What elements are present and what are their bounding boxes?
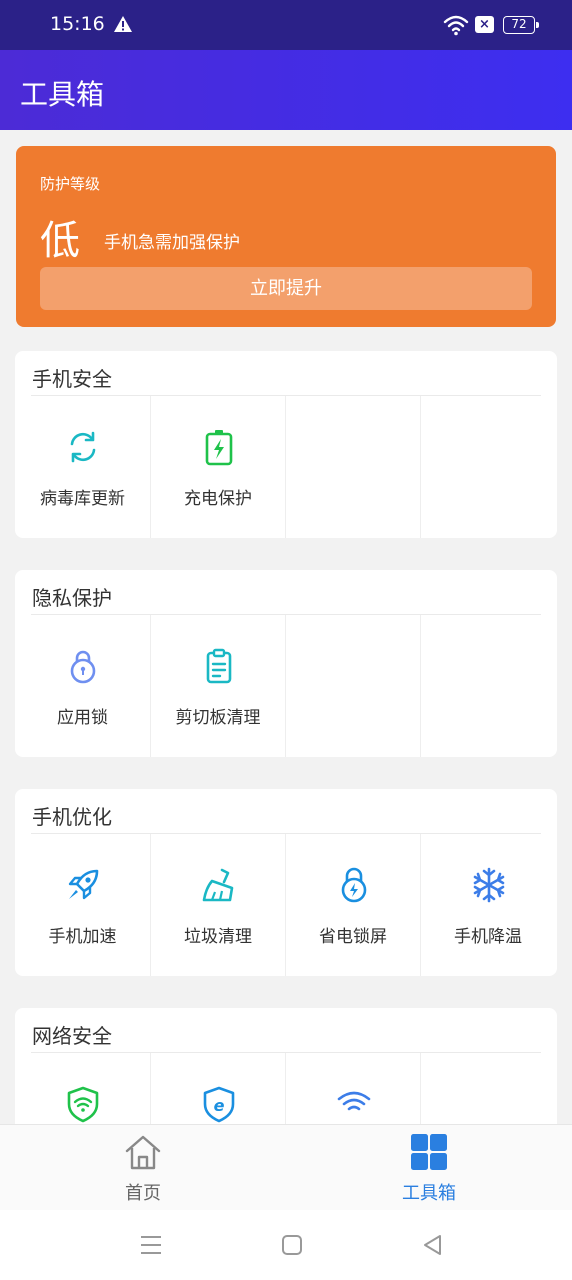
refresh-icon [70, 431, 96, 463]
home-icon [125, 1135, 161, 1170]
menu-icon[interactable] [138, 1232, 164, 1258]
tool-label: 病毒库更新 [40, 489, 125, 509]
tool-label: 剪切板清理 [175, 708, 261, 728]
protection-level-description: 手机急需加强保护 [104, 233, 240, 253]
empty-cell [285, 396, 420, 538]
lock-bolt-icon [341, 867, 367, 903]
broom-icon [202, 868, 234, 902]
rocket-icon [68, 869, 99, 900]
nav-toolbox[interactable]: 工具箱 [286, 1125, 572, 1211]
wifi-icon [337, 1091, 371, 1111]
tool-virus-db-update[interactable]: 病毒库更新 [15, 396, 150, 538]
section-phone-security: 手机安全 病毒库更新 充电保护 [15, 351, 557, 538]
tool-power-saving-lock[interactable]: 省电锁屏 [285, 834, 420, 976]
battery-charge-icon [205, 430, 233, 466]
empty-cell [420, 396, 555, 538]
wifi-shield-icon [67, 1086, 99, 1123]
battery-icon: 72 [503, 16, 539, 34]
section-title: 手机安全 [32, 367, 112, 391]
protection-level-label: 防护等级 [40, 175, 101, 193]
protection-level-value: 低 [40, 218, 80, 264]
tool-phone-boost[interactable]: 手机加速 [15, 834, 150, 976]
clipboard-icon [206, 648, 232, 684]
improve-now-button[interactable]: 立即提升 [40, 267, 532, 310]
tool-phone-cooling[interactable]: 手机降温 [420, 834, 555, 976]
page-title: 工具箱 [20, 78, 105, 111]
tool-label: 省电锁屏 [319, 927, 387, 947]
home-square-icon[interactable] [279, 1232, 305, 1258]
snowflake-icon [473, 867, 505, 903]
tool-label: 应用锁 [57, 708, 108, 728]
section-title: 手机优化 [32, 805, 112, 829]
tool-app-lock[interactable]: 应用锁 [15, 615, 150, 757]
section-phone-optimization: 手机优化 手机加速 垃圾清理 省电锁屏 手机降温 [15, 789, 557, 976]
nav-home[interactable]: 首页 [0, 1125, 286, 1211]
protection-level-card: 防护等级 低 手机急需加强保护 立即提升 [16, 146, 556, 327]
svg-text:e: e [214, 1096, 225, 1115]
notification-x-icon: × [475, 16, 494, 33]
section-title: 隐私保护 [32, 586, 112, 610]
status-bar: 15:16 × 72 [0, 0, 572, 50]
empty-cell [285, 615, 420, 757]
lock-icon [70, 650, 96, 684]
system-nav-bar [0, 1210, 572, 1280]
section-privacy-protection: 隐私保护 应用锁 剪切板清理 [15, 570, 557, 757]
nav-toolbox-label: 工具箱 [402, 1183, 456, 1204]
grid-icon [411, 1134, 447, 1170]
tool-label: 充电保护 [184, 489, 252, 509]
status-time: 15:16 [50, 13, 105, 35]
tool-label: 垃圾清理 [184, 927, 252, 947]
back-icon[interactable] [420, 1232, 446, 1258]
warning-icon [114, 16, 132, 32]
browser-shield-icon: e [203, 1086, 235, 1123]
bottom-nav: 首页 工具箱 [0, 1124, 572, 1210]
nav-home-label: 首页 [125, 1183, 161, 1204]
app-bar: 工具箱 [0, 50, 572, 130]
tool-junk-clean[interactable]: 垃圾清理 [150, 834, 285, 976]
wifi-status-icon [443, 15, 469, 36]
section-title: 网络安全 [32, 1024, 112, 1048]
empty-cell [420, 615, 555, 757]
tool-label: 手机加速 [48, 927, 117, 947]
tool-label: 手机降温 [454, 927, 522, 947]
tool-charge-protection[interactable]: 充电保护 [150, 396, 285, 538]
tool-clipboard-clean[interactable]: 剪切板清理 [150, 615, 285, 757]
